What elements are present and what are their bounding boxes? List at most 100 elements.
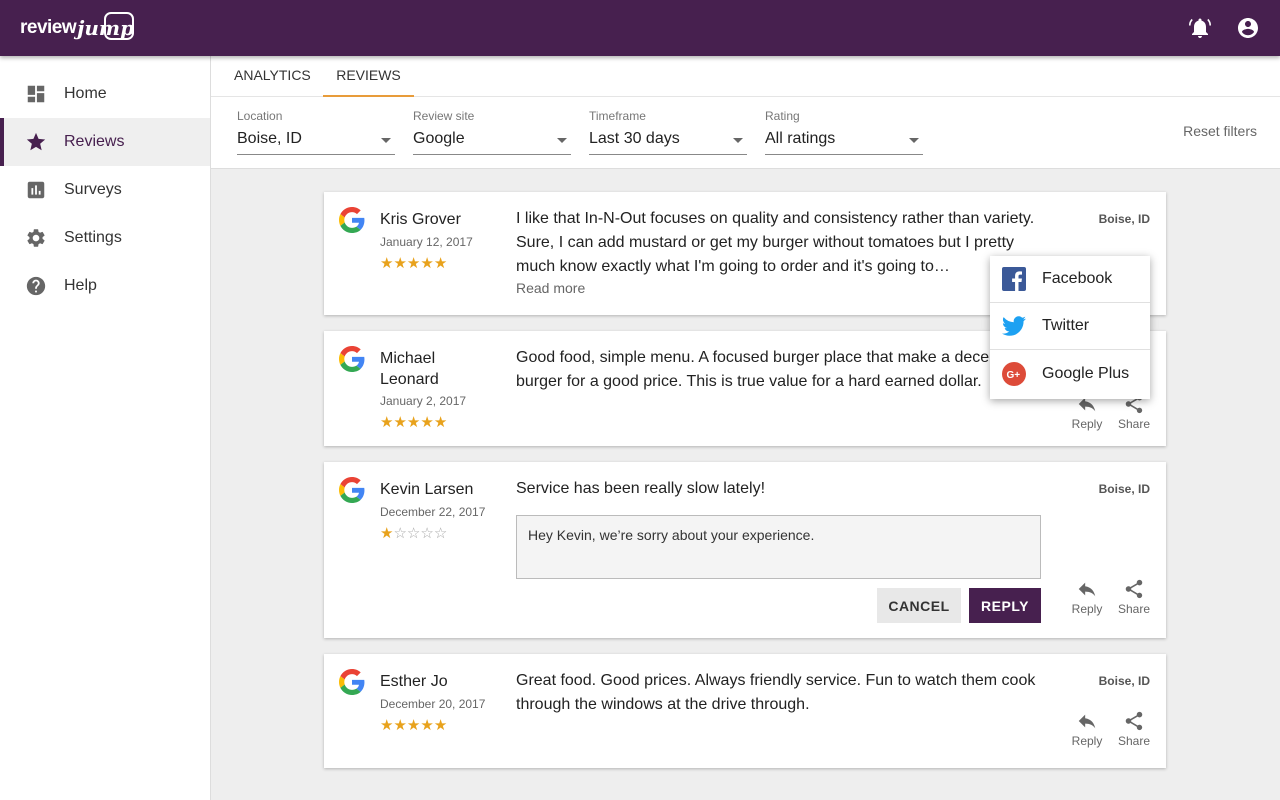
review-site-filter[interactable]: Review site Google <box>413 109 571 155</box>
share-facebook[interactable]: Facebook <box>990 256 1150 303</box>
share-icon <box>1125 579 1143 599</box>
tab-analytics[interactable]: ANALYTICS <box>234 56 311 97</box>
star-filled-icon: ★ <box>393 414 407 431</box>
review-date: December 22, 2017 <box>380 505 486 519</box>
read-more-link[interactable]: Read more <box>516 280 585 296</box>
share-action-label: Share <box>1117 417 1151 431</box>
chevron-down-icon <box>733 138 743 143</box>
reply-action[interactable]: Reply <box>1068 578 1106 618</box>
review-date: January 2, 2017 <box>380 394 467 408</box>
sidebar-item-help[interactable]: Help <box>0 262 210 310</box>
star-icon <box>26 132 46 151</box>
logo-word-review: review <box>20 17 77 38</box>
reply-button[interactable]: REPLY <box>969 588 1041 623</box>
star-rating: ★★★★★ <box>380 413 447 431</box>
review-date: December 20, 2017 <box>380 697 486 711</box>
star-filled-icon: ★ <box>380 255 394 272</box>
reply-action[interactable]: Reply <box>1068 710 1106 750</box>
star-filled-icon: ★ <box>406 414 421 431</box>
filter-label: Review site <box>413 109 475 123</box>
share-action-label: Share <box>1117 734 1151 748</box>
reply-action[interactable]: Reply <box>1068 393 1106 433</box>
reviewer-name: Michael Leonard <box>380 350 439 388</box>
svg-text:G+: G+ <box>1007 370 1021 381</box>
sidebar-item-reviews[interactable]: Reviews <box>0 118 210 166</box>
tab-bar: ANALYTICS REVIEWS <box>211 56 1280 97</box>
google-logo-icon <box>339 207 365 233</box>
sidebar-item-label: Settings <box>64 229 122 246</box>
share-item-label: Facebook <box>1042 270 1113 287</box>
twitter-icon <box>1002 316 1026 336</box>
share-action[interactable]: Share <box>1115 578 1153 618</box>
google-logo-icon <box>339 669 365 695</box>
star-rating: ★★★★★ <box>380 254 447 272</box>
review-date: January 12, 2017 <box>380 235 473 249</box>
reply-action-label: Reply <box>1071 734 1103 748</box>
gear-icon <box>27 229 45 247</box>
sidebar-item-surveys[interactable]: Surveys <box>0 166 210 214</box>
star-rating: ★☆☆☆☆ <box>380 524 447 542</box>
share-item-label: Google Plus <box>1042 364 1130 382</box>
reviewer-name: Kevin Larsen <box>380 481 474 498</box>
sidebar-item-label: Home <box>64 85 107 102</box>
star-filled-icon: ★ <box>380 414 394 431</box>
share-menu: Facebook Twitter G+ Google Plus <box>990 256 1150 399</box>
star-empty-icon: ☆ <box>406 525 421 542</box>
filter-label: Timeframe <box>589 109 646 123</box>
review-text: Good food, simple menu. A focused burger… <box>516 349 1003 390</box>
facebook-icon <box>1002 267 1026 291</box>
sidebar-item-label: Help <box>64 277 97 294</box>
reply-action-label: Reply <box>1071 602 1103 616</box>
reviewer-name: Esther Jo <box>380 673 448 690</box>
reply-icon <box>1078 714 1096 729</box>
account-icon[interactable] <box>1236 16 1260 40</box>
review-text: I like that In-N-Out focuses on quality … <box>516 210 1035 275</box>
rating-filter[interactable]: Rating All ratings <box>765 109 923 155</box>
sidebar-item-home[interactable]: Home <box>0 70 210 118</box>
star-empty-icon: ☆ <box>420 525 434 542</box>
star-filled-icon: ★ <box>433 255 448 272</box>
share-item-label: Twitter <box>1042 317 1090 334</box>
share-action[interactable]: Share <box>1115 393 1153 433</box>
review-card: Esther Jo December 20, 2017 ★★★★★ Great … <box>324 654 1166 768</box>
chevron-down-icon <box>557 138 567 143</box>
sidebar-item-settings[interactable]: Settings <box>0 214 210 262</box>
reviews-header: ANALYTICS REVIEWS Location Boise, ID Rev… <box>211 56 1280 169</box>
chevron-down-icon <box>909 138 919 143</box>
help-icon <box>26 276 46 296</box>
star-filled-icon: ★ <box>420 414 434 431</box>
share-action[interactable]: Share <box>1115 710 1153 750</box>
review-text: Service has been really slow lately! <box>516 480 766 497</box>
review-card: Kevin Larsen December 22, 2017 ★☆☆☆☆ Ser… <box>324 462 1166 638</box>
reply-textarea[interactable]: Hey Kevin, we’re sorry about your experi… <box>516 515 1041 579</box>
share-twitter[interactable]: Twitter <box>990 303 1150 350</box>
reviewjump-logo[interactable]: review jump <box>20 12 135 44</box>
location-filter[interactable]: Location Boise, ID <box>237 109 395 155</box>
star-filled-icon: ★ <box>420 255 434 272</box>
star-filled-icon: ★ <box>433 414 448 431</box>
tab-reviews[interactable]: REVIEWS <box>323 56 414 97</box>
dashboard-icon <box>27 85 45 103</box>
review-text: Great food. Good prices. Always friendly… <box>516 672 1036 713</box>
filter-value: Boise, ID <box>237 130 302 147</box>
filter-value: Google <box>413 130 465 147</box>
timeframe-filter[interactable]: Timeframe Last 30 days <box>589 109 747 155</box>
google-plus-icon: G+ <box>1002 361 1026 386</box>
star-rating: ★★★★★ <box>380 716 447 734</box>
bell-icon[interactable] <box>1188 16 1212 40</box>
cancel-button[interactable]: CANCEL <box>877 588 961 623</box>
star-filled-icon: ★ <box>406 255 421 272</box>
logo-speech-bubble-icon <box>104 12 135 40</box>
star-filled-icon: ★ <box>380 717 394 734</box>
filter-value: All ratings <box>765 130 836 147</box>
star-empty-icon: ☆ <box>393 525 407 542</box>
share-google-plus[interactable]: G+ Google Plus <box>990 350 1150 397</box>
bar-chart-icon <box>27 181 45 199</box>
filter-label: Rating <box>765 109 800 123</box>
sidebar-nav: Home Reviews Surveys Settings Help <box>0 56 211 800</box>
star-filled-icon: ★ <box>393 717 407 734</box>
filter-label: Location <box>237 109 283 123</box>
reset-filters-link[interactable]: Reset filters <box>1183 123 1257 139</box>
star-filled-icon: ★ <box>433 717 448 734</box>
sidebar-item-label: Surveys <box>64 181 122 198</box>
